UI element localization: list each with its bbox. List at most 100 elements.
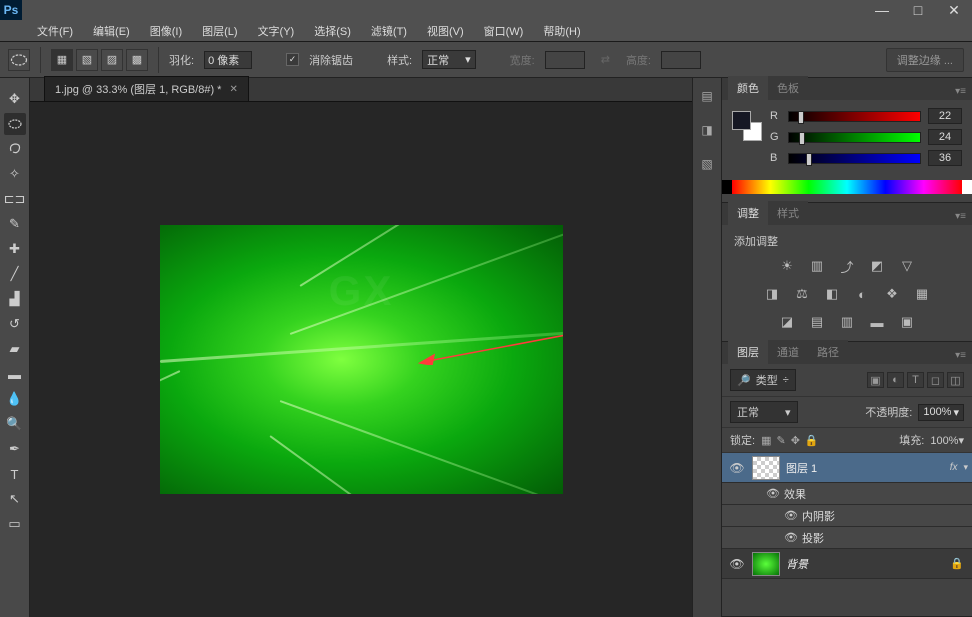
shape-tool[interactable]: ▭ (4, 513, 26, 535)
g-input[interactable]: 24 (928, 129, 962, 145)
blend-mode-select[interactable]: 正常▾ (730, 401, 798, 423)
r-input[interactable]: 22 (928, 108, 962, 124)
menu-window[interactable]: 窗口(W) (475, 20, 533, 42)
pen-tool[interactable]: ✒ (4, 438, 26, 460)
history-brush-tool[interactable]: ↺ (4, 313, 26, 335)
subtract-selection-icon[interactable]: ▨ (101, 49, 123, 71)
menu-layer[interactable]: 图层(L) (193, 20, 246, 42)
b-input[interactable]: 36 (928, 150, 962, 166)
stamp-tool[interactable]: ▟ (4, 288, 26, 310)
maximize-button[interactable]: □ (900, 0, 936, 20)
eraser-tool[interactable]: ▰ (4, 338, 26, 360)
new-selection-icon[interactable]: ▦ (51, 49, 73, 71)
layer-filter-select[interactable]: 🔎类型÷ (730, 369, 796, 391)
magic-wand-tool[interactable]: ✧ (4, 163, 26, 185)
menu-type[interactable]: 文字(Y) (249, 20, 304, 42)
filter-shape-icon[interactable]: ◻ (927, 372, 944, 388)
adjustments-tab[interactable]: 调整 (728, 201, 768, 225)
mixer-icon[interactable]: ❖ (882, 285, 902, 303)
fg-bg-swatches[interactable] (732, 111, 762, 141)
filter-smart-icon[interactable]: ◫ (947, 372, 964, 388)
panel-menu-icon[interactable]: ▾≡ (949, 83, 972, 100)
visibility-icon[interactable]: 👁 (784, 531, 802, 544)
filter-pixel-icon[interactable]: ▣ (867, 372, 884, 388)
blur-tool[interactable]: 💧 (4, 388, 26, 410)
layer-row[interactable]: 👁 图层 1 fx ▾ (722, 453, 972, 483)
layer-name[interactable]: 背景 (786, 556, 950, 572)
menu-edit[interactable]: 编辑(E) (84, 20, 139, 42)
history-panel-icon[interactable]: ▤ (697, 86, 717, 106)
curves-icon[interactable]: ⤴ (837, 257, 857, 275)
fg-swatch[interactable] (732, 111, 751, 130)
fill-input[interactable]: 100%▾ (930, 434, 964, 447)
brush-tool[interactable]: ╱ (4, 263, 26, 285)
visibility-icon[interactable]: 👁 (722, 461, 752, 475)
panel-menu-icon[interactable]: ▾≡ (949, 208, 972, 225)
close-button[interactable]: ✕ (936, 0, 972, 20)
lookup-icon[interactable]: ▦ (912, 285, 932, 303)
layer-thumbnail[interactable] (752, 456, 780, 480)
layer-effect-row[interactable]: 👁 投影 (722, 527, 972, 549)
balance-icon[interactable]: ⚖ (792, 285, 812, 303)
threshold-icon[interactable]: ▥ (837, 313, 857, 331)
lock-transparent-icon[interactable]: ▦ (761, 434, 771, 447)
marquee-tool-icon[interactable] (8, 49, 30, 71)
bw-icon[interactable]: ◧ (822, 285, 842, 303)
opacity-input[interactable]: 100%▾ (918, 404, 964, 421)
crop-tool[interactable]: ⊏⊐ (4, 188, 26, 210)
document-tab-close-icon[interactable]: ✕ (229, 84, 237, 95)
fx-expand-icon[interactable]: ▾ (963, 462, 968, 473)
marquee-tool[interactable] (4, 113, 26, 135)
intersect-selection-icon[interactable]: ▩ (126, 49, 148, 71)
properties-panel-icon[interactable]: ◨ (697, 120, 717, 140)
healing-tool[interactable]: ✚ (4, 238, 26, 260)
styles-tab[interactable]: 样式 (768, 201, 808, 225)
filter-type-icon[interactable]: T (907, 372, 924, 388)
type-tool[interactable]: T (4, 463, 26, 485)
layer-effect-row[interactable]: 👁 内阴影 (722, 505, 972, 527)
r-slider[interactable] (788, 111, 921, 122)
character-panel-icon[interactable]: ▧ (697, 154, 717, 174)
menu-image[interactable]: 图像(I) (141, 20, 191, 42)
lock-all-icon[interactable]: 🔒 (805, 434, 819, 447)
layer-thumbnail[interactable] (752, 552, 780, 576)
posterize-icon[interactable]: ▤ (807, 313, 827, 331)
layer-effects-row[interactable]: 👁 效果 (722, 483, 972, 505)
minimize-button[interactable]: — (864, 0, 900, 20)
photo-filter-icon[interactable]: ◐ (852, 285, 872, 303)
document-tab[interactable]: 1.jpg @ 33.3% (图层 1, RGB/8#) * ✕ (44, 76, 249, 101)
menu-filter[interactable]: 滤镜(T) (362, 20, 416, 42)
menu-select[interactable]: 选择(S) (305, 20, 360, 42)
gradient-tool[interactable]: ▬ (4, 363, 26, 385)
feather-input[interactable]: 0 像素 (204, 51, 252, 69)
levels-icon[interactable]: ▥ (807, 257, 827, 275)
dodge-tool[interactable]: 🔍 (4, 413, 26, 435)
layers-tab[interactable]: 图层 (728, 340, 768, 364)
layer-row[interactable]: 👁 背景 🔒 (722, 549, 972, 579)
add-selection-icon[interactable]: ▧ (76, 49, 98, 71)
invert-icon[interactable]: ◪ (777, 313, 797, 331)
paths-tab[interactable]: 路径 (808, 340, 848, 364)
gradient-map-icon[interactable]: ▬ (867, 313, 887, 331)
style-select[interactable]: 正常▾ (422, 50, 476, 69)
layer-name[interactable]: 图层 1 (786, 460, 950, 476)
visibility-icon[interactable]: 👁 (784, 509, 802, 522)
color-spectrum[interactable] (732, 180, 962, 194)
swatches-tab[interactable]: 色板 (768, 76, 808, 100)
lock-paint-icon[interactable]: ✎ (776, 434, 785, 447)
move-tool[interactable]: ✥ (4, 88, 26, 110)
selective-icon[interactable]: ▣ (897, 313, 917, 331)
vibrance-icon[interactable]: ▽ (897, 257, 917, 275)
color-tab[interactable]: 颜色 (728, 76, 768, 100)
menu-view[interactable]: 视图(V) (418, 20, 473, 42)
visibility-icon[interactable]: 👁 (722, 557, 752, 571)
refine-edge-button[interactable]: 调整边缘 ... (886, 48, 964, 72)
menu-file[interactable]: 文件(F) (28, 20, 82, 42)
lasso-tool[interactable] (4, 138, 26, 160)
hue-icon[interactable]: ◨ (762, 285, 782, 303)
panel-menu-icon[interactable]: ▾≡ (949, 347, 972, 364)
lock-position-icon[interactable]: ✥ (791, 434, 800, 447)
menu-help[interactable]: 帮助(H) (534, 20, 589, 42)
brightness-icon[interactable]: ☀ (777, 257, 797, 275)
channels-tab[interactable]: 通道 (768, 340, 808, 364)
